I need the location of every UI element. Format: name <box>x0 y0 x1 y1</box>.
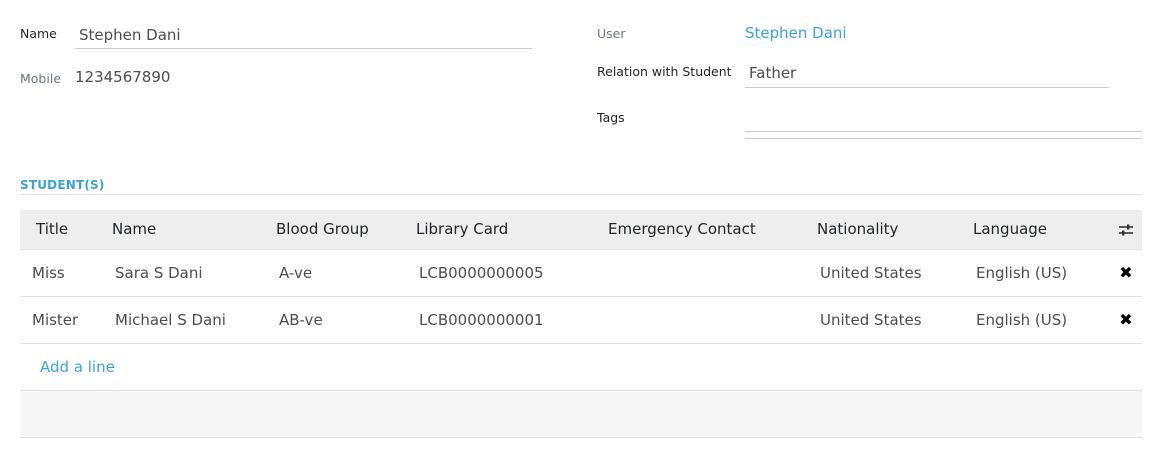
user-label: User <box>597 26 626 41</box>
students-table: Title Name Blood Group Library Card Emer… <box>20 210 1142 438</box>
relation-field[interactable] <box>745 63 1109 88</box>
cell-name[interactable]: Sara S Dani <box>96 249 260 297</box>
column-header-emergency-contact[interactable]: Emergency Contact <box>592 210 801 250</box>
cell-language[interactable]: English (US) <box>957 249 1110 297</box>
tags-field[interactable] <box>745 108 1142 132</box>
user-link[interactable]: Stephen Dani <box>745 24 847 42</box>
section-divider <box>20 194 1142 195</box>
name-field[interactable] <box>75 25 532 49</box>
cell-name[interactable]: Michael S Dani <box>96 296 260 344</box>
table-footer <box>20 390 1142 438</box>
students-section-title: STUDENT(S) <box>20 178 105 192</box>
column-header-library-card[interactable]: Library Card <box>400 210 592 250</box>
table-footer-row <box>20 390 1142 438</box>
mobile-label: Mobile <box>20 71 62 86</box>
cell-library-card[interactable]: LCB0000000005 <box>400 249 592 297</box>
column-header-name[interactable]: Name <box>96 210 260 250</box>
tags-label: Tags <box>597 110 625 125</box>
table-row[interactable]: Miss Sara S Dani A-ve LCB0000000005 Unit… <box>20 249 1142 297</box>
cell-library-card[interactable]: LCB0000000001 <box>400 296 592 344</box>
cell-title[interactable]: Miss <box>20 249 96 297</box>
name-label: Name <box>20 26 57 41</box>
column-header-language[interactable]: Language <box>957 210 1110 250</box>
column-header-nationality[interactable]: Nationality <box>801 210 957 250</box>
delete-row-cell[interactable]: ✖ <box>1110 249 1142 297</box>
optional-columns-toggle[interactable] <box>1110 210 1142 250</box>
column-header-blood-group[interactable]: Blood Group <box>260 210 400 250</box>
sliders-icon <box>1119 224 1133 236</box>
cell-blood-group[interactable]: AB-ve <box>260 296 400 344</box>
cell-emergency-contact[interactable] <box>592 296 801 344</box>
tags-field-underline <box>745 138 1142 139</box>
cell-language[interactable]: English (US) <box>957 296 1110 344</box>
add-line-cell: Add a line <box>20 343 1142 391</box>
students-table-wrapper: Title Name Blood Group Library Card Emer… <box>20 210 1142 438</box>
add-line-row: Add a line <box>20 343 1142 391</box>
add-line-link[interactable]: Add a line <box>40 358 115 376</box>
delete-icon[interactable]: ✖ <box>1119 263 1132 282</box>
cell-nationality[interactable]: United States <box>801 249 957 297</box>
table-row[interactable]: Mister Michael S Dani AB-ve LCB000000000… <box>20 296 1142 344</box>
mobile-value: 1234567890 <box>75 68 171 86</box>
table-header-row: Title Name Blood Group Library Card Emer… <box>20 210 1142 250</box>
delete-row-cell[interactable]: ✖ <box>1110 296 1142 344</box>
delete-icon[interactable]: ✖ <box>1119 310 1132 329</box>
cell-title[interactable]: Mister <box>20 296 96 344</box>
cell-blood-group[interactable]: A-ve <box>260 249 400 297</box>
cell-emergency-contact[interactable] <box>592 249 801 297</box>
cell-nationality[interactable]: United States <box>801 296 957 344</box>
relation-label: Relation with Student <box>597 64 732 79</box>
column-header-title[interactable]: Title <box>20 210 96 250</box>
